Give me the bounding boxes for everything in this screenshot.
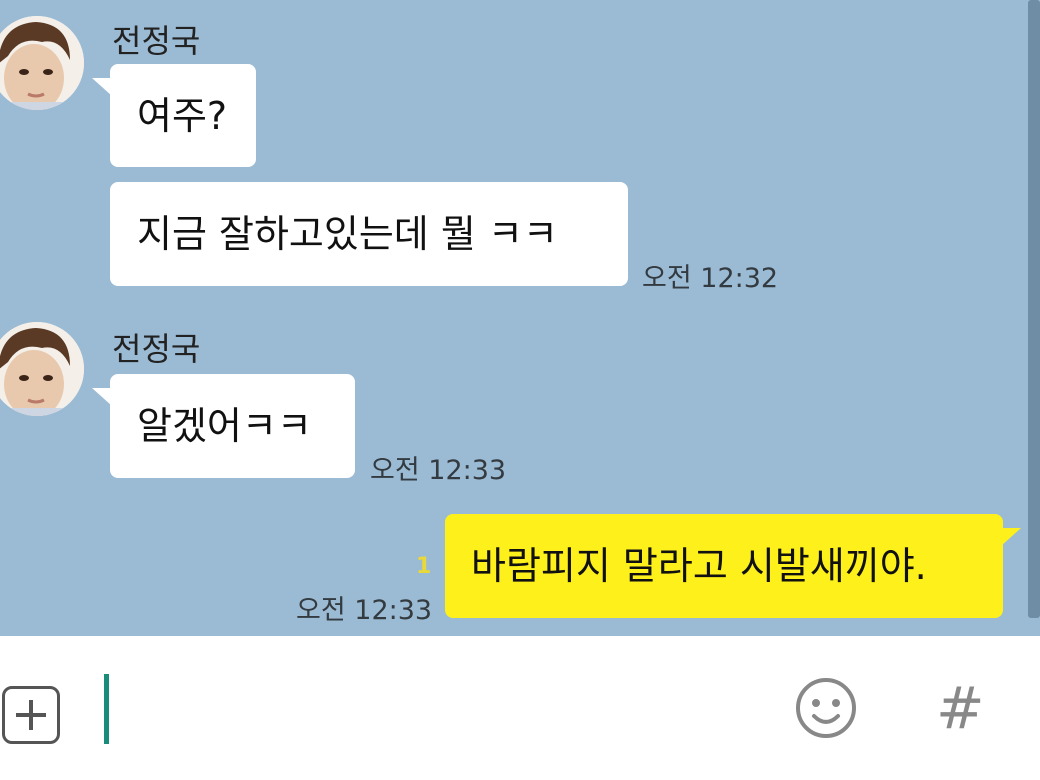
message-bubble[interactable]: 알겠어ㅋㅋ (110, 374, 355, 478)
message-time: 오전 12:33 (296, 595, 433, 626)
sender-name: 전정국 (112, 330, 201, 368)
chat-area[interactable]: 전정국 여주? 지금 잘하고있는데 뭘 ㅋㅋ 오전 12:32 전정국 알겠어ㅋ… (0, 0, 1040, 636)
sender-avatar[interactable] (0, 322, 84, 416)
bubble-tail (92, 78, 112, 96)
message-bubble-outgoing[interactable]: 바람피지 말라고 시발새끼야. (445, 514, 1003, 618)
add-icon-vertical (29, 700, 33, 730)
scrollbar[interactable] (1028, 0, 1040, 618)
sender-avatar[interactable] (0, 16, 84, 110)
emoji-icon[interactable] (794, 676, 858, 740)
add-icon[interactable] (2, 686, 60, 744)
message-bubble[interactable]: 여주? (110, 64, 256, 167)
unread-count: 1 (416, 554, 432, 579)
message-bubble[interactable]: 지금 잘하고있는데 뭘 ㅋㅋ (110, 182, 628, 286)
bubble-tail (92, 388, 112, 406)
message-input-bar: # (0, 636, 1040, 780)
message-input-caret[interactable] (104, 674, 109, 744)
sender-name: 전정국 (112, 22, 201, 60)
bubble-tail-outgoing (1001, 528, 1021, 546)
hashtag-icon[interactable]: # (936, 674, 985, 742)
message-time: 오전 12:33 (370, 455, 507, 486)
message-time: 오전 12:32 (642, 263, 779, 294)
